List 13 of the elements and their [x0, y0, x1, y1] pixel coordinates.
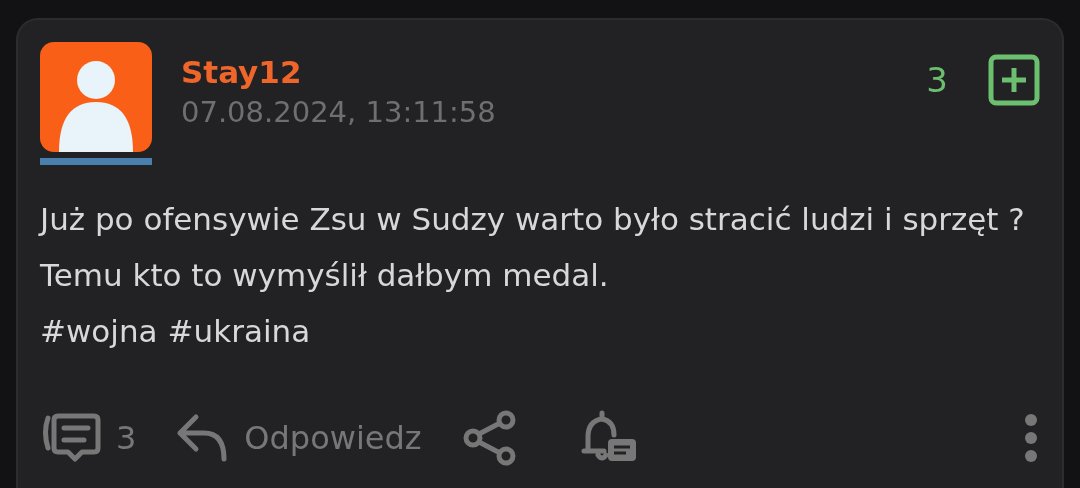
comment-icon: [40, 412, 102, 464]
vote-count: 3: [926, 60, 948, 100]
comments-button[interactable]: 3: [40, 412, 137, 464]
hashtag-link[interactable]: #wojna: [40, 303, 158, 359]
share-icon[interactable]: [461, 410, 518, 466]
post-date: 07.08.2024, 13:11:58: [181, 94, 496, 131]
avatar-icon[interactable]: [40, 42, 152, 152]
reply-button[interactable]: Odpowiedz: [176, 413, 422, 463]
upvote-icon[interactable]: [988, 54, 1040, 106]
hashtag-link[interactable]: #ukraina: [167, 303, 311, 359]
more-options-icon[interactable]: [1024, 413, 1038, 463]
author-name[interactable]: Stay12: [181, 52, 496, 92]
post-text: Już po ofensywie Zsu w Sudzy warto było stracić ludzi i sprzęt ? Temu kto to wymyślił dałbym medal.: [40, 200, 1026, 295]
